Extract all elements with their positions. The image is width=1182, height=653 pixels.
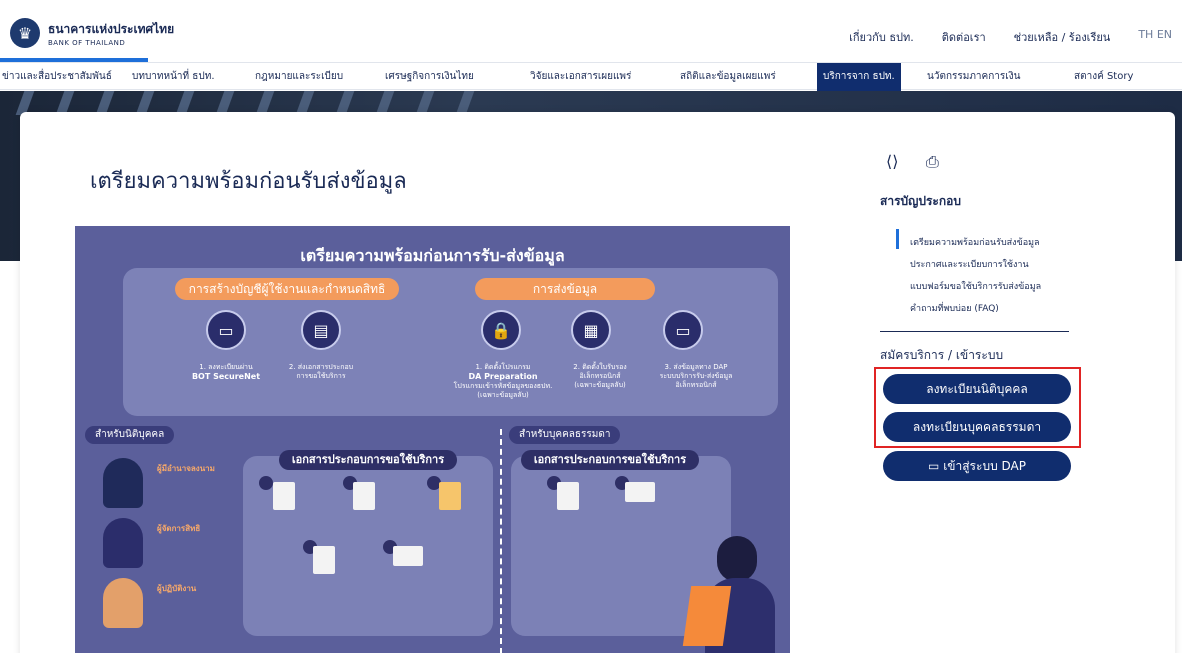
- top-links: เกี่ยวกับ ธปท. ติดต่อเรา ช่วยเหลือ / ร้อ…: [821, 28, 1172, 46]
- register-person-button[interactable]: ลงทะเบียนบุคคลธรรมดา: [883, 412, 1071, 442]
- logo-text-thai: ธนาคารแห่งประเทศไทย: [48, 21, 175, 36]
- certificate-icon: ▦: [571, 310, 611, 350]
- tag-juristic: สำหรับนิติบุคคล: [85, 426, 175, 444]
- nav-item-news[interactable]: ข่าวและสื่อประชาสัมพันธ์: [2, 63, 112, 91]
- toc-active-marker: [896, 229, 909, 249]
- register-juristic-button[interactable]: ลงทะเบียนนิติบุคคล: [883, 374, 1071, 404]
- section-divider: [500, 429, 502, 653]
- role-operator: ผู้ปฏิบัติงาน: [157, 584, 197, 593]
- step-submit-docs: 2. ส่งเอกสารประกอบ การขอใช้บริการ: [288, 363, 354, 380]
- bot-logo[interactable]: ♛ ธนาคารแห่งประเทศไทย BANK OF THAILAND: [10, 18, 174, 48]
- language-switch[interactable]: TH EN: [1138, 28, 1172, 46]
- monitor-icon: ▭: [928, 459, 944, 473]
- role-signatory: ผู้มีอำนาจลงนาม: [157, 464, 215, 473]
- id-card-icon: [625, 482, 655, 502]
- nav-item-role[interactable]: บทบาทหน้าที่ ธปท.: [132, 63, 215, 91]
- print-icon[interactable]: ⎙: [926, 152, 939, 172]
- sidebar-divider: [880, 331, 1069, 332]
- infographic-steps-box: การสร้างบัญชีผู้ใช้งานและกำหนดสิทธิ การส…: [123, 268, 778, 416]
- nav-item-statistics[interactable]: สถิติและข้อมูลเผยแพร่: [680, 63, 776, 91]
- avatar-signatory: [103, 458, 143, 508]
- pill-juristic-docs: เอกสารประกอบการขอใช้บริการ: [279, 450, 457, 470]
- nav-item-satang-story[interactable]: สตางค์ Story: [1074, 63, 1133, 91]
- toc-title: สารบัญประกอบ: [880, 194, 961, 208]
- doc-icon: [439, 482, 461, 510]
- nav-item-economy[interactable]: เศรษฐกิจการเงินไทย: [385, 63, 474, 91]
- step-install-cert: 2. ติดตั้งใบรับรอง อิเล็กทรอนิกส์ (เฉพาะ…: [573, 363, 627, 389]
- tag-natural-person: สำหรับบุคคลธรรมดา: [509, 426, 621, 444]
- toc-item-forms[interactable]: แบบฟอร์มขอใช้บริการรับส่งข้อมูล: [910, 279, 1041, 293]
- logo-text-english: BANK OF THAILAND: [48, 38, 126, 47]
- infographic-title: เตรียมความพร้อมก่อนการรับ-ส่งข้อมูล: [300, 246, 565, 265]
- infographic-image: เตรียมความพร้อมก่อนการรับ-ส่งข้อมูล การส…: [75, 226, 790, 653]
- page: ♛ ธนาคารแห่งประเทศไทย BANK OF THAILAND เ…: [0, 0, 1182, 653]
- step-send-dap: 3. ส่งข้อมูลทาง DAP ระบบบริการรับ-ส่งข้อ…: [659, 363, 733, 389]
- doc-icon: [557, 482, 579, 510]
- step-register: 1. ลงทะเบียนผ่าน BOT SecureNet: [191, 363, 261, 381]
- doc-icon: [353, 482, 375, 510]
- nav-item-services[interactable]: บริการจาก ธปท.: [817, 63, 901, 91]
- share-icon[interactable]: ⟨⟩: [886, 152, 898, 171]
- main-nav: ข่าวและสื่อประชาสัมพันธ์ บทบาทหน้าที่ ธป…: [0, 62, 1182, 91]
- nav-item-law[interactable]: กฎหมายและระเบียบ: [255, 63, 343, 91]
- lock-icon: 🔒: [481, 310, 521, 350]
- bot-emblem-icon: ♛: [10, 18, 40, 48]
- link-help[interactable]: ช่วยเหลือ / ร้องเรียน: [1014, 28, 1111, 46]
- avatar-rights-manager: [103, 518, 143, 568]
- step-install-program: 1. ติดตั้งโปรแกรม DA Preparation โปรแกรม…: [453, 363, 553, 399]
- pill-person-docs: เอกสารประกอบการขอใช้บริการ: [521, 450, 699, 470]
- link-contact[interactable]: ติดต่อเรา: [942, 28, 986, 46]
- avatar-operator: [103, 578, 143, 628]
- pill-account-setup: การสร้างบัญชีผู้ใช้งานและกำหนดสิทธิ: [175, 278, 399, 300]
- toc-item-regulation[interactable]: ประกาศและระเบียบการใช้งาน: [910, 257, 1029, 271]
- toc-item-prepare[interactable]: เตรียมความพร้อมก่อนรับส่งข้อมูล: [910, 235, 1040, 249]
- pill-data-sending: การส่งข้อมูล: [475, 278, 655, 300]
- doc-icon: [273, 482, 295, 510]
- nav-item-research[interactable]: วิจัยและเอกสารเผยแพร่: [530, 63, 631, 91]
- link-about[interactable]: เกี่ยวกับ ธปท.: [849, 28, 914, 46]
- register-title: สมัครบริการ / เข้าระบบ: [880, 348, 1004, 362]
- login-dap-button[interactable]: ▭ เข้าสู่ระบบ DAP: [883, 451, 1071, 481]
- nav-item-innovation[interactable]: นวัตกรรมภาคการเงิน: [927, 63, 1020, 91]
- role-rights-manager: ผู้จัดการสิทธิ: [157, 524, 201, 533]
- person-laptop-illustration: [682, 526, 787, 653]
- laptop-icon: ▭: [206, 310, 246, 350]
- doc-icon: [313, 546, 335, 574]
- juristic-docs-box: เอกสารประกอบการขอใช้บริการ: [243, 450, 493, 636]
- toc-item-faq[interactable]: คำถามที่พบบ่อย (FAQ): [910, 301, 999, 315]
- laptop-send-icon: ▭: [663, 310, 703, 350]
- document-icon: ▤: [301, 310, 341, 350]
- site-header: ♛ ธนาคารแห่งประเทศไทย BANK OF THAILAND เ…: [0, 0, 1182, 62]
- page-title: เตรียมความพร้อมก่อนรับส่งข้อมูล: [90, 169, 407, 194]
- id-card-icon: [393, 546, 423, 566]
